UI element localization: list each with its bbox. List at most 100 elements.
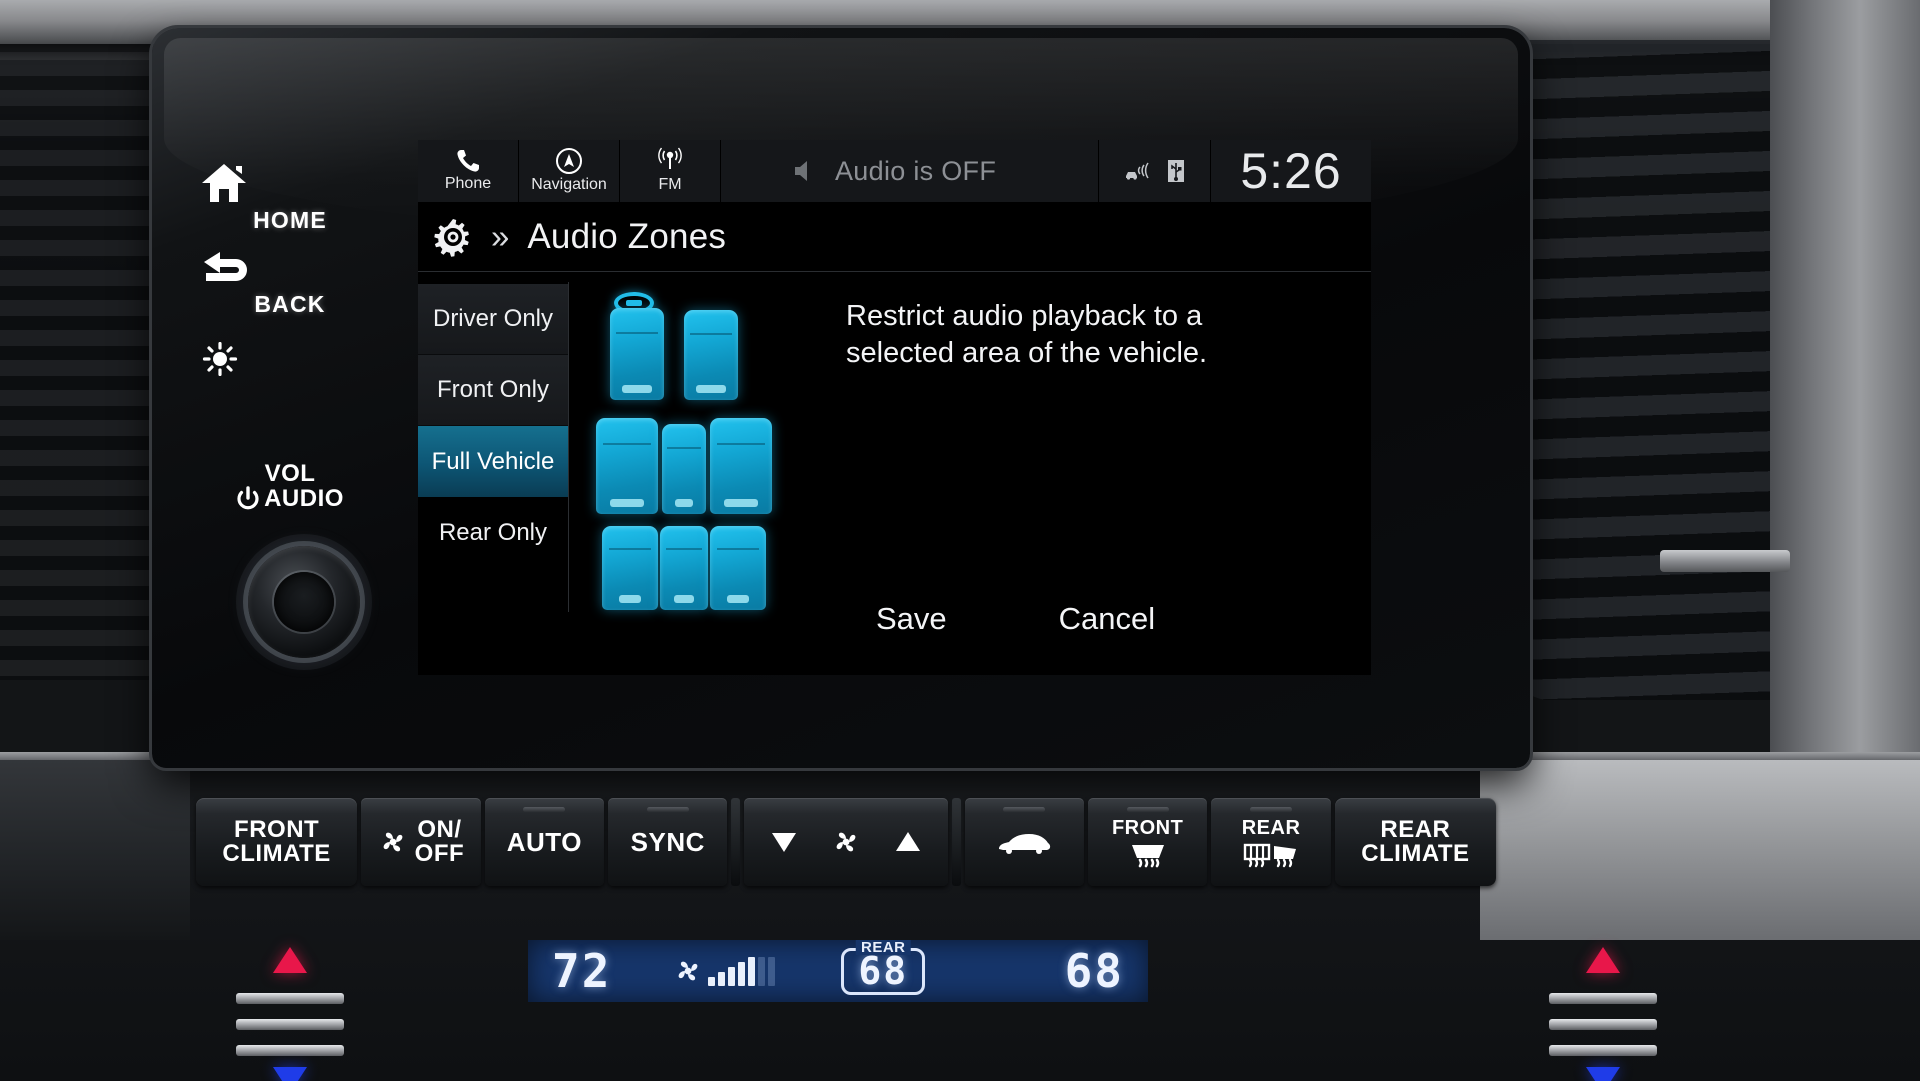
recirculation-button[interactable] [964, 798, 1084, 886]
right-air-vent [1510, 40, 1790, 700]
passenger-temp-rocker[interactable] [1545, 945, 1661, 1081]
home-button[interactable]: HOME [200, 162, 380, 234]
second-row-center [662, 424, 706, 514]
vol-text: VOL [264, 460, 316, 487]
moon-icon [255, 344, 270, 374]
driver-temperature: 72 [552, 944, 612, 998]
car-recirculation-icon [995, 827, 1053, 857]
rear-defrost-label: REAR [1241, 816, 1301, 839]
zone-label: Rear Only [438, 518, 548, 546]
driver-seat [610, 308, 664, 400]
zone-info-panel: Restrict audio playback to a selected ar… [818, 272, 1371, 675]
audio-text: AUDIO [264, 485, 344, 512]
back-button-label: BACK [254, 291, 326, 317]
volume-audio-label: VOL AUDIO [200, 462, 380, 512]
tab-phone[interactable]: Phone [418, 140, 519, 202]
rear-climate-line2: CLIMATE [1361, 840, 1470, 867]
front-defrost-button[interactable]: FRONT [1087, 798, 1208, 886]
home-icon [200, 162, 380, 204]
temp-up-icon[interactable] [273, 947, 307, 973]
rocker-bar [1549, 1045, 1657, 1056]
front-defrost-icon [1128, 842, 1168, 868]
triangle-up-icon [895, 832, 920, 851]
back-arrow-icon [200, 250, 380, 288]
tab-phone-label: Phone [444, 174, 492, 192]
driver-temp-rocker[interactable] [232, 945, 348, 1081]
page-title: Audio Zones [527, 216, 727, 256]
rear-temp-label: REAR [856, 939, 911, 955]
cancel-button[interactable]: Cancel [1059, 601, 1156, 637]
vent-slider[interactable] [1660, 550, 1790, 572]
sync-label: SYNC [630, 826, 705, 857]
button-nub [646, 807, 689, 812]
zone-item-full-vehicle[interactable]: Full Vehicle [418, 426, 568, 497]
front-climate-button[interactable]: FRONT CLIMATE [196, 798, 358, 886]
clock: 5:26 [1211, 140, 1371, 202]
zone-item-driver-only[interactable]: Driver Only [418, 284, 568, 355]
auto-button[interactable]: AUTO [484, 798, 605, 886]
fan-on-off-line2: OFF [414, 840, 465, 867]
infotainment-screenshot: HOME BACK VOL AUDIO Phone Navigation FM … [0, 0, 1920, 1081]
gear-icon[interactable] [432, 216, 474, 258]
third-row-left [602, 526, 658, 610]
sun-icon [202, 342, 238, 376]
tab-fm-label: FM [658, 175, 682, 193]
speaker-muted-icon [791, 158, 819, 184]
third-row-right [710, 526, 766, 610]
temp-down-icon[interactable] [1586, 1067, 1620, 1081]
zone-item-front-only[interactable]: Front Only [418, 355, 568, 426]
console-right-trim [1480, 760, 1920, 940]
tab-fm[interactable]: FM [620, 140, 721, 202]
fan-speed-group [744, 798, 948, 886]
triangle-down-icon [771, 833, 796, 852]
save-button[interactable]: Save [876, 601, 947, 637]
auto-label: AUTO [506, 826, 582, 857]
button-nub [1003, 807, 1046, 812]
fan-icon [831, 827, 861, 857]
now-playing-area[interactable]: Audio is OFF [721, 140, 1099, 202]
chevron-right-icon: » [491, 217, 509, 255]
fan-level-bars [708, 956, 776, 986]
fm-radio-icon [656, 147, 684, 175]
third-row-center [660, 526, 708, 610]
dashboard-right-edge [1770, 0, 1920, 820]
temp-up-icon[interactable] [1586, 947, 1620, 973]
second-row-left [596, 418, 658, 514]
second-row-right [710, 418, 772, 514]
status-bar: Phone Navigation FM Audio is OFF 5:26 [418, 140, 1371, 202]
hardware-key-column: HOME BACK VOL AUDIO [200, 150, 380, 710]
rocker-bar [236, 1019, 344, 1030]
volume-knob[interactable] [248, 546, 360, 658]
button-nub [523, 807, 566, 812]
front-climate-line2: CLIMATE [222, 840, 331, 867]
zone-label: Driver Only [432, 305, 553, 332]
tab-navigation[interactable]: Navigation [519, 140, 620, 202]
console-left-trim [0, 760, 190, 940]
button-nub [1126, 807, 1169, 812]
temp-down-icon[interactable] [273, 1067, 307, 1081]
power-icon [236, 486, 260, 512]
rear-defrost-button[interactable]: REAR [1211, 798, 1331, 886]
fan-down-button[interactable] [769, 829, 799, 855]
rear-climate-button[interactable]: REAR CLIMATE [1334, 798, 1496, 886]
usb-icon [1168, 160, 1184, 182]
button-group-separator [731, 798, 741, 886]
home-button-label: HOME [253, 207, 327, 233]
climate-button-bar: FRONT CLIMATE ON/ OFF AUTO SYNC FRONT RE… [196, 798, 1496, 886]
zone-label: Front Only [436, 376, 550, 403]
fan-on-off-button[interactable]: ON/ OFF [361, 798, 481, 886]
infotainment-screen: Phone Navigation FM Audio is OFF 5:26 » … [418, 140, 1371, 675]
page-title-bar: » Audio Zones [418, 202, 1371, 272]
left-air-vent [0, 60, 150, 680]
rear-defrost-icon [1242, 842, 1300, 868]
fan-up-button[interactable] [893, 829, 923, 855]
brightness-button[interactable] [200, 342, 380, 379]
back-button[interactable]: BACK [200, 250, 380, 318]
rear-climate-line1: REAR [1380, 816, 1451, 843]
tab-navigation-label: Navigation [531, 175, 607, 193]
zone-item-rear-only[interactable]: Rear Only [418, 497, 568, 568]
rear-temperature-box: REAR 68 [841, 939, 926, 995]
front-defrost-label: FRONT [1111, 816, 1184, 839]
now-playing-text: Audio is OFF [835, 155, 997, 186]
sync-button[interactable]: SYNC [608, 798, 728, 886]
